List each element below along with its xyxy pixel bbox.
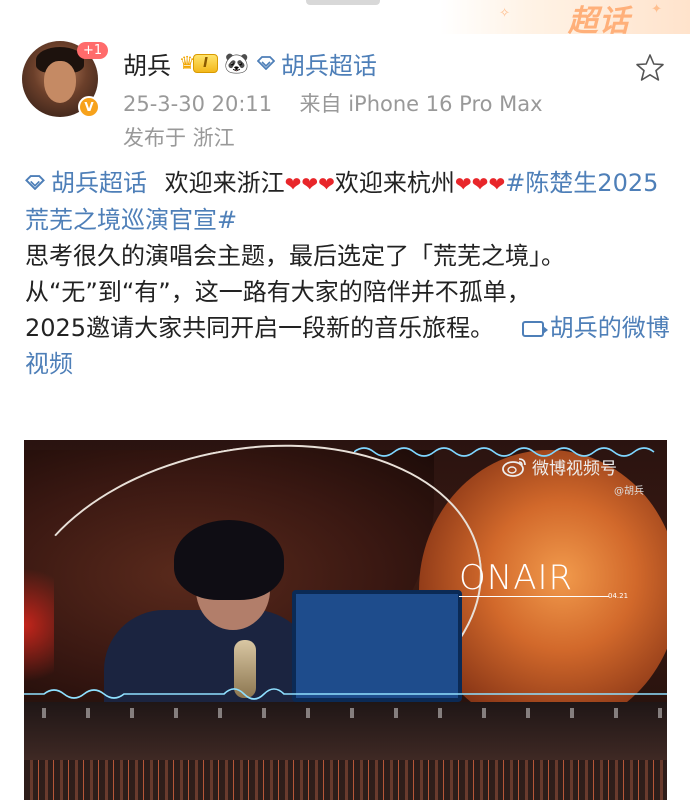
- watermark-text: 微博视频号: [532, 459, 617, 479]
- favorite-star-icon[interactable]: [634, 52, 666, 84]
- author-topic-link[interactable]: 胡兵超话: [256, 46, 377, 81]
- stage-lights: [24, 708, 667, 718]
- level-label: I: [193, 53, 218, 73]
- sparkle-icon: ✦: [651, 2, 662, 17]
- performer: [64, 520, 314, 710]
- post-body: 胡兵超话 欢迎来浙江❤❤❤欢迎来杭州❤❤❤#陈楚生2025荒芜之境巡演官宣# 思…: [25, 165, 673, 382]
- video-player[interactable]: ONAIR 04.21 微博视频号 @胡兵: [24, 440, 667, 800]
- post-topic-link[interactable]: 胡兵超话: [25, 169, 147, 197]
- post-line-invite: 2025邀请大家共同开启一段新的音乐旅程。: [25, 314, 495, 342]
- chaohua-label: 超话: [568, 4, 630, 34]
- onair-underline: [459, 596, 609, 597]
- post-source: 来自 iPhone 16 Pro Max: [299, 92, 543, 116]
- video-watermark: 微博视频号: [502, 454, 617, 479]
- post-line-theme: 思考很久的演唱会主题，最后选定了「荒芜之境」。: [25, 242, 565, 270]
- post-location: 发布于 浙江: [123, 126, 235, 150]
- panda-icon: 🐼: [223, 51, 249, 75]
- author-avatar[interactable]: +1 V: [22, 41, 109, 121]
- author-topic-text: 胡兵超话: [280, 51, 377, 80]
- heart-icons: ❤❤❤: [454, 172, 506, 196]
- welcome-hangzhou: 欢迎来杭州: [334, 169, 455, 197]
- chaohua-banner[interactable]: 超话 ✦ ✧: [440, 0, 690, 34]
- watermark-handle: @胡兵: [614, 486, 644, 497]
- heart-icons: ❤❤❤: [284, 172, 335, 196]
- post-line-invite-wrap: 2025邀请大家共同开启一段新的音乐旅程。 胡兵的微博视频: [25, 310, 673, 382]
- weibo-logo-icon: [502, 457, 526, 477]
- verified-icon: V: [78, 96, 100, 118]
- post-timestamp: 25-3-30 20:11: [123, 92, 273, 116]
- post-line-journey: 从“无”到“有”，这一路有大家的陪伴并不孤单，: [25, 278, 531, 306]
- audio-wave: [24, 688, 667, 700]
- video-icon: [521, 321, 548, 337]
- author-name[interactable]: 胡兵: [123, 46, 171, 81]
- top-strip: 超话 ✦ ✧: [0, 0, 690, 34]
- post-line-1: 胡兵超话 欢迎来浙江❤❤❤欢迎来杭州❤❤❤#陈楚生2025荒芜之境巡演官宣#: [25, 165, 673, 238]
- onair-text: ONAIR: [459, 558, 574, 598]
- post-topic-text: 胡兵超话: [51, 169, 147, 197]
- welcome-zhejiang: 欢迎来浙江: [164, 169, 285, 197]
- diamond-icon: [25, 175, 45, 191]
- top-handle: [306, 0, 380, 5]
- diamond-icon: [256, 56, 275, 70]
- post-meta: 25-3-30 20:11 来自 iPhone 16 Pro Max: [123, 88, 543, 118]
- avatar-count-badge: +1: [77, 42, 109, 59]
- onair-date: 04.21: [608, 592, 629, 600]
- sparkle-icon: ✧: [499, 6, 510, 21]
- level-badge[interactable]: ♛ I: [179, 50, 218, 76]
- audience: [24, 760, 667, 800]
- author-row: 胡兵 ♛ I 🐼 胡兵超话: [123, 46, 377, 80]
